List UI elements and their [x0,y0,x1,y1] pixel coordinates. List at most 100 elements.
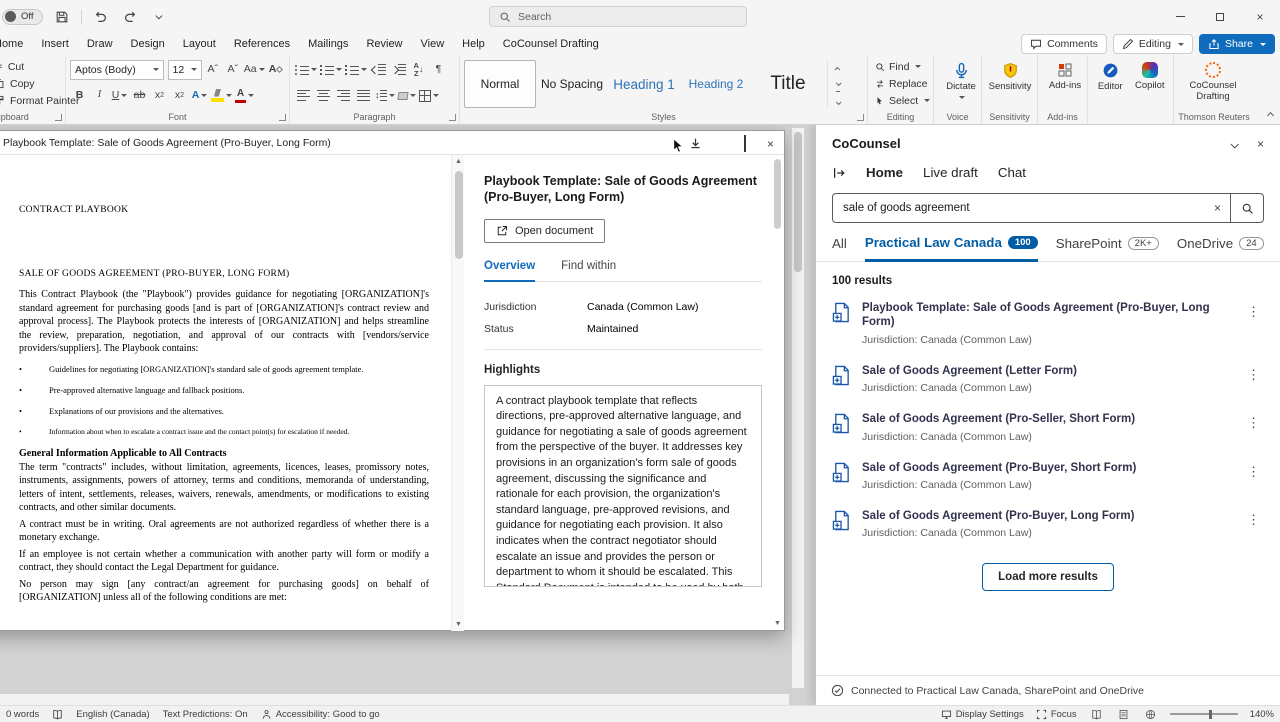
save-button[interactable] [52,7,72,27]
styles-dialog-launcher[interactable] [857,114,864,121]
collapse-panel-button[interactable] [1231,136,1237,151]
load-more-results-button[interactable]: Load more results [982,563,1114,591]
more-options-icon[interactable]: ⋮ [1239,301,1268,322]
select-button[interactable]: Select [875,92,930,109]
sensitivity-button[interactable]: Sensitivity [986,58,1034,93]
align-left-button[interactable] [294,86,313,105]
nav-home[interactable]: Home [866,165,903,180]
maximize-button[interactable] [1200,0,1240,33]
editor-button[interactable]: Editor [1092,58,1129,109]
tab-layout[interactable]: Layout [174,38,225,50]
multilevel-list-button[interactable] [344,60,368,79]
undo-button[interactable] [91,7,111,27]
tab-help[interactable]: Help [453,38,494,50]
overview-scrollbar[interactable]: ▼ [773,159,782,627]
scrollbar-thumb[interactable] [794,132,802,272]
font-dialog-launcher[interactable] [279,114,286,121]
text-predictions-indicator[interactable]: Text Predictions: On [163,709,248,720]
tab-insert[interactable]: Insert [32,38,78,50]
tab-onedrive[interactable]: OneDrive24 [1177,235,1264,261]
line-spacing-button[interactable]: ↕ [374,86,396,105]
more-options-icon[interactable]: ⋮ [1239,509,1268,530]
tab-draw[interactable]: Draw [78,38,122,50]
justify-button[interactable] [354,86,373,105]
focus-mode-button[interactable]: Focus [1036,709,1077,720]
tab-home[interactable]: Home [0,38,32,50]
proofing-book-icon[interactable] [52,709,63,720]
copilot-button[interactable]: Copilot [1131,58,1169,109]
expand-sidebar-button[interactable] [832,166,846,180]
list-item[interactable]: Sale of Goods Agreement (Pro-Seller, Sho… [816,403,1280,451]
preview-title-bar[interactable]: Playbook Template: Sale of Goods Agreeme… [0,131,784,155]
comments-button[interactable]: Comments [1021,34,1107,54]
list-item[interactable]: Sale of Goods Agreement (Pro-Buyer, Long… [816,500,1280,548]
tab-review[interactable]: Review [357,38,411,50]
increase-indent-button[interactable] [389,60,408,79]
align-center-button[interactable] [314,86,333,105]
clear-search-button[interactable]: × [1205,201,1230,215]
nav-chat[interactable]: Chat [998,165,1026,180]
styles-scroll-down-button[interactable] [831,78,844,91]
preview-document-scrollbar[interactable]: ▲ ▼ [451,155,464,631]
shading-button[interactable] [397,86,417,105]
highlight-color-button[interactable] [210,86,233,105]
tab-overview[interactable]: Overview [484,260,535,282]
list-item[interactable]: Playbook Template: Sale of Goods Agreeme… [816,292,1280,355]
show-formatting-marks-button[interactable]: ¶ [429,60,448,79]
submit-search-button[interactable] [1230,194,1263,222]
read-mode-button[interactable] [1089,708,1104,721]
find-button[interactable]: Find [875,58,921,75]
collapse-ribbon-button[interactable] [1269,105,1274,120]
tab-find-within[interactable]: Find within [561,260,616,281]
tab-design[interactable]: Design [122,38,174,50]
minimize-button[interactable] [1160,0,1200,33]
bold-button[interactable]: B [70,86,89,105]
superscript-button[interactable]: x2 [170,86,189,105]
clear-formatting-button[interactable]: A [266,60,285,79]
tab-view[interactable]: View [412,38,454,50]
word-count[interactable]: 0 words [6,709,39,720]
change-case-button[interactable]: Aa [243,60,265,79]
close-button[interactable]: × [1240,0,1280,33]
bullets-button[interactable] [294,60,318,79]
search-input[interactable] [833,202,1205,214]
dictate-button[interactable]: Dictate [938,58,984,99]
language-indicator[interactable]: English (Canada) [76,709,149,720]
sort-button[interactable]: AZ↓ [409,60,428,79]
replace-button[interactable]: Replace [875,75,928,92]
tab-references[interactable]: References [225,38,299,50]
underline-button[interactable]: U [110,86,129,105]
more-options-icon[interactable]: ⋮ [1239,461,1268,482]
font-family-select[interactable]: Aptos (Body) [70,60,164,80]
download-button[interactable] [689,137,702,150]
font-size-select[interactable]: 12 [168,60,203,80]
cocounsel-drafting-button[interactable]: CoCounsel Drafting [1178,58,1248,103]
tab-sharepoint[interactable]: SharePoint2K+ [1056,235,1159,261]
editing-mode-button[interactable]: Editing [1113,34,1193,54]
tab-cocounsel-drafting[interactable]: CoCounsel Drafting [494,38,608,50]
document-horizontal-scrollbar[interactable] [0,694,789,705]
web-layout-button[interactable] [1143,708,1158,721]
share-button[interactable]: Share [1199,34,1275,54]
scroll-down-icon[interactable]: ▼ [773,620,782,627]
styles-scroll-up-button[interactable] [831,63,844,76]
copy-button[interactable]: Copy [0,75,35,92]
text-effects-button[interactable]: A [190,86,209,105]
styles-gallery-more-button[interactable] [831,93,844,106]
tab-all[interactable]: All [832,235,847,261]
list-item[interactable]: Sale of Goods Agreement (Pro-Buyer, Shor… [816,452,1280,500]
customize-quick-access-icon[interactable] [149,7,169,27]
tab-practical-law-canada[interactable]: Practical Law Canada100 [865,235,1038,262]
document-vertical-scrollbar[interactable] [792,128,804,688]
clipboard-dialog-launcher[interactable] [55,114,62,121]
accessibility-indicator[interactable]: Accessibility: Good to go [261,709,380,720]
list-item[interactable]: Sale of Goods Agreement (Letter Form) Ju… [816,355,1280,403]
style-heading1[interactable]: Heading 1 [608,60,680,108]
italic-button[interactable]: I [90,86,109,105]
style-title[interactable]: Title [752,60,824,108]
grow-font-button[interactable]: Aˆ [203,60,222,79]
decrease-indent-button[interactable] [369,60,388,79]
shrink-font-button[interactable]: Aˇ [223,60,242,79]
zoom-slider[interactable] [1170,713,1238,715]
document-preview[interactable]: CONTRACT PLAYBOOK SALE OF GOODS AGREEMEN… [0,155,451,631]
